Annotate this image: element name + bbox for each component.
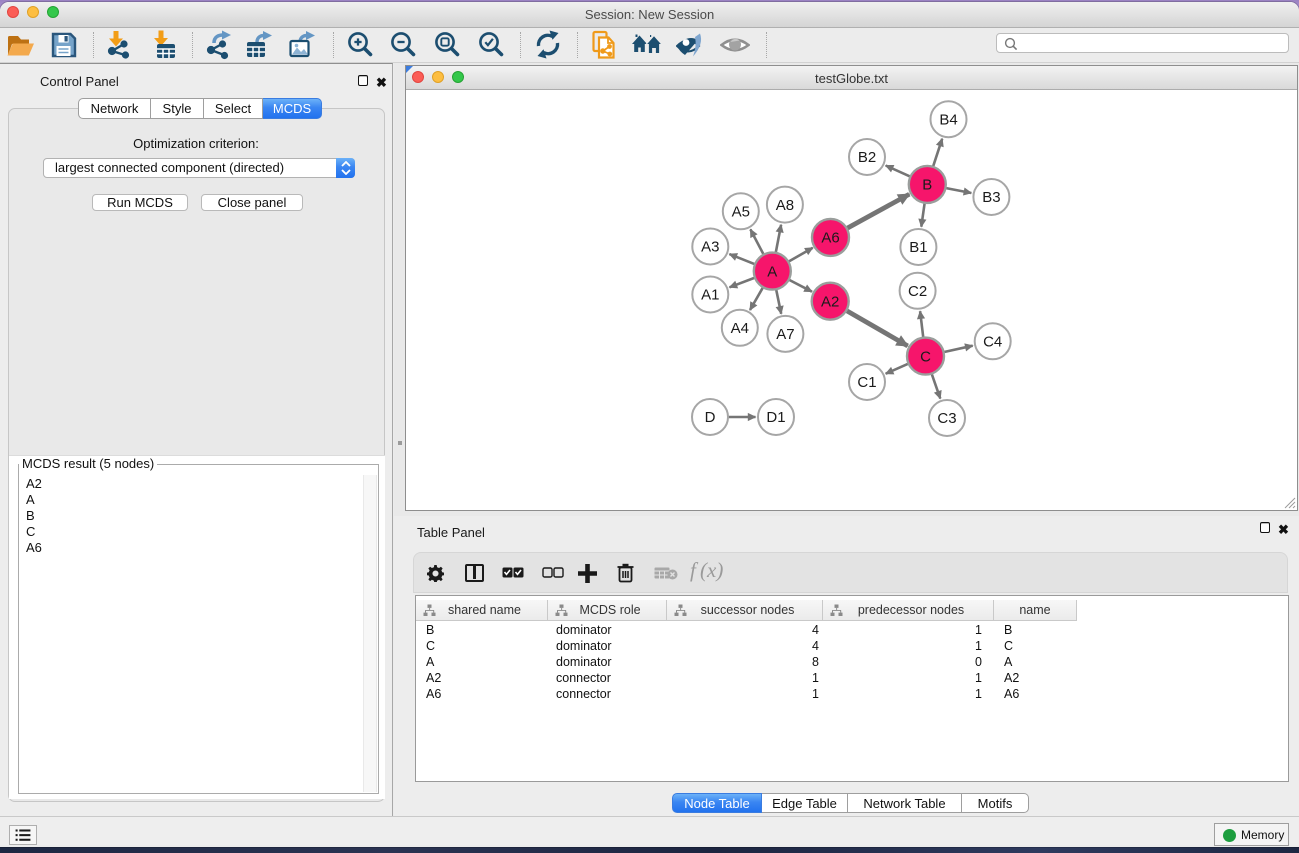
- svg-text:A8: A8: [776, 197, 794, 214]
- svg-text:B2: B2: [858, 149, 876, 166]
- svg-text:B4: B4: [939, 111, 957, 128]
- svg-text:C1: C1: [857, 374, 876, 391]
- svg-text:A6: A6: [821, 230, 839, 247]
- svg-text:A4: A4: [731, 320, 749, 337]
- svg-text:C: C: [920, 348, 931, 365]
- svg-text:A2: A2: [821, 293, 839, 310]
- svg-text:C3: C3: [937, 410, 956, 427]
- svg-text:C4: C4: [983, 334, 1002, 351]
- svg-text:A7: A7: [776, 326, 794, 343]
- svg-text:C2: C2: [908, 283, 927, 300]
- svg-text:A3: A3: [701, 239, 719, 256]
- svg-text:B: B: [922, 177, 932, 194]
- svg-text:D: D: [705, 409, 716, 426]
- svg-text:A: A: [767, 263, 777, 280]
- svg-text:B1: B1: [909, 239, 927, 256]
- svg-text:D1: D1: [766, 409, 785, 426]
- svg-text:A1: A1: [701, 287, 719, 304]
- svg-text:B3: B3: [982, 189, 1000, 206]
- svg-text:A5: A5: [732, 204, 750, 221]
